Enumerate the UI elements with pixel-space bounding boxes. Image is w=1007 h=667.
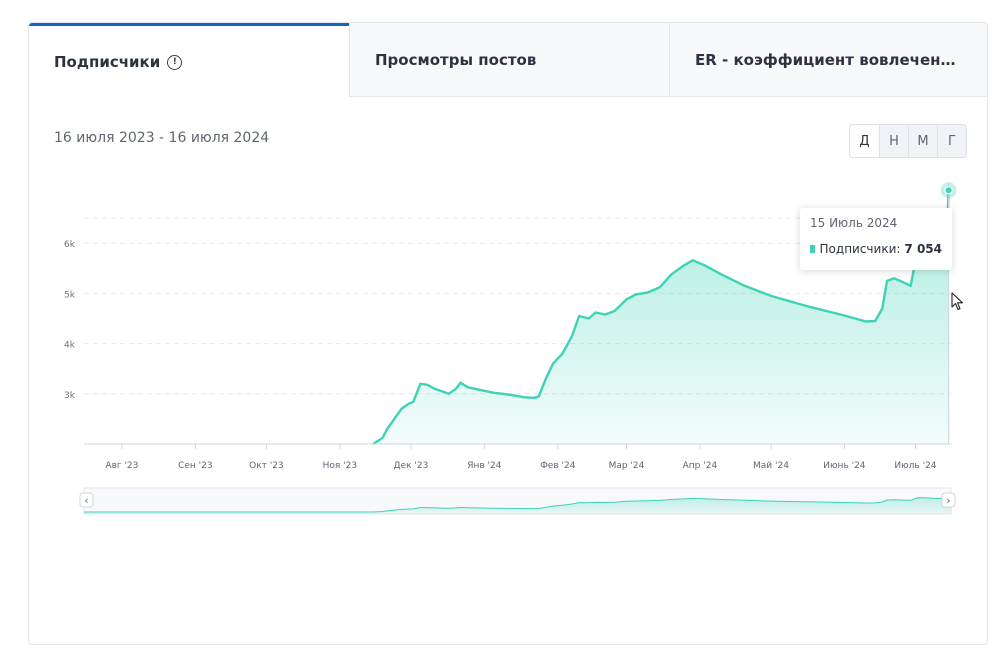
tooltip-date: 15 Июль 2024 (810, 216, 898, 230)
navigator-right-handle[interactable]: › (941, 492, 956, 508)
subscribers-panel: Подписчики ! Просмотры постов ER - коэфф… (28, 22, 988, 645)
x-tick-label: Апр '24 (683, 461, 718, 471)
x-tick-label: Ноя '23 (323, 461, 357, 471)
x-tick-label: Дек '23 (394, 461, 429, 471)
x-tick-label: Фев '24 (540, 461, 576, 471)
y-tick-label: 5k (64, 290, 76, 300)
tooltip-series-swatch (810, 245, 815, 253)
x-tick-label: Мар '24 (609, 461, 645, 471)
y-tick-label: 3k (64, 391, 76, 401)
x-tick-label: Янв '24 (467, 461, 502, 471)
handle-glyph: › (946, 494, 950, 507)
hover-point (944, 186, 953, 195)
x-tick-label: Авг '23 (105, 461, 138, 471)
x-tick-label: Май '24 (753, 461, 789, 471)
x-tick-label: Июль '24 (894, 461, 936, 471)
handle-glyph: ‹ (84, 494, 88, 507)
navigator-left-handle[interactable]: ‹ (79, 492, 94, 508)
x-tick-label: Окт '23 (249, 461, 284, 471)
tooltip-row: Подписчики: 7 054 (810, 242, 942, 256)
x-tick-label: Июнь '24 (823, 461, 866, 471)
x-tick-label: Сен '23 (178, 461, 213, 471)
mouse-cursor-icon (951, 292, 964, 311)
y-tick-label: 4k (64, 341, 76, 351)
y-tick-label: 6k (64, 240, 76, 250)
subscribers-chart: 3k 4k 5k 6k Авг '23 Сен '23 Окт '23 Ноя '23 Дек … (64, 182, 957, 515)
tooltip-series-name: Подписчики: (819, 242, 901, 256)
chart-tooltip: 15 Июль 2024 Подписчики: 7 054 (800, 208, 952, 270)
tooltip-value: 7 054 (904, 242, 942, 256)
